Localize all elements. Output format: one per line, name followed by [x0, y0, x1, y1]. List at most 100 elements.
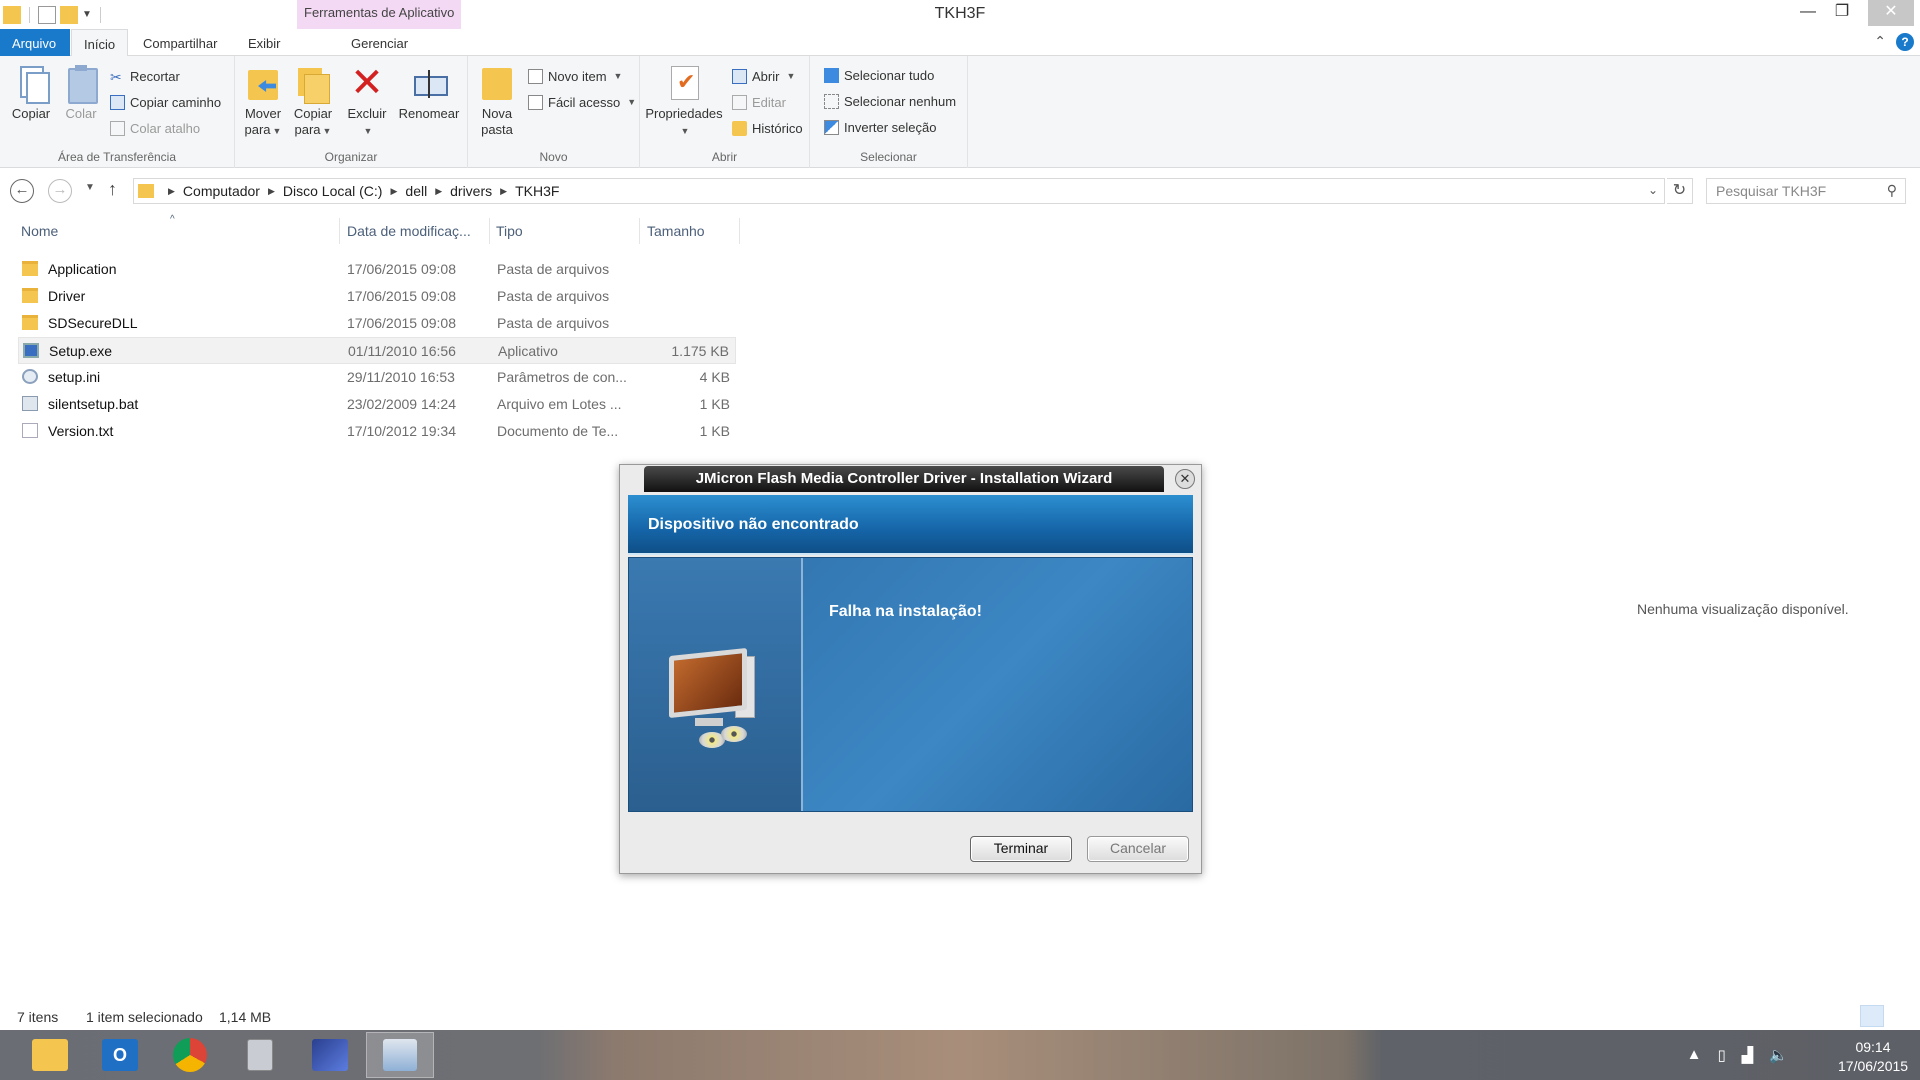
list-item-selected[interactable]: Setup.exe 01/11/2010 16:56 Aplicativo 1.… — [18, 337, 736, 364]
list-item[interactable]: Driver 17/06/2015 09:08 Pasta de arquivo… — [18, 283, 736, 310]
breadcrumb-separator-icon[interactable]: ▶ — [435, 186, 442, 197]
tab-share[interactable]: Compartilhar — [131, 29, 229, 56]
dialog-side-panel — [629, 558, 803, 811]
select-all-button[interactable]: Selecionar tudo — [824, 65, 934, 85]
column-divider[interactable] — [639, 218, 640, 244]
close-icon: ✕ — [1179, 471, 1191, 486]
history-button[interactable]: Histórico — [732, 118, 803, 138]
copy-path-button[interactable]: Copiar caminho — [110, 92, 221, 112]
open-button[interactable]: Abrir ▼ — [732, 66, 795, 86]
help-icon[interactable]: ? — [1896, 33, 1914, 51]
clipboard-group-label: Área de Transferência — [57, 150, 177, 164]
copy-path-icon — [110, 94, 125, 110]
breadcrumb-separator-icon[interactable]: ▶ — [390, 186, 397, 197]
column-divider[interactable] — [339, 218, 340, 244]
invert-selection-button[interactable]: Inverter seleção — [824, 117, 937, 137]
file-name: Driver — [48, 288, 86, 304]
delete-label: Excluir — [347, 106, 387, 121]
column-divider[interactable] — [489, 218, 490, 244]
dialog-header-text: Dispositivo não encontrado — [648, 516, 859, 533]
address-bar[interactable]: ▶ Computador ▶ Disco Local (C:) ▶ dell ▶… — [133, 178, 1665, 204]
forward-button[interactable]: → — [48, 179, 72, 203]
list-item[interactable]: setup.ini 29/11/2010 16:53 Parâmetros de… — [18, 364, 736, 391]
breadcrumb-computer[interactable]: Computador — [183, 183, 260, 199]
copy-to-button[interactable]: Copiar para ▼ — [291, 64, 335, 139]
tab-manage[interactable]: Gerenciar — [339, 29, 420, 56]
breadcrumb-separator-icon[interactable]: ▶ — [500, 186, 507, 197]
refresh-button[interactable]: ↻ — [1667, 178, 1693, 204]
delete-button[interactable]: ✕ Excluir ▼ — [345, 63, 389, 139]
clock[interactable]: 09:14 17/06/2015 — [1838, 1038, 1908, 1076]
file-date: 17/10/2012 19:34 — [347, 423, 456, 439]
column-type[interactable]: Tipo — [496, 223, 523, 245]
dialog-body: Falha na instalação! — [628, 557, 1193, 812]
maximize-button[interactable]: ❐ — [1822, 0, 1862, 26]
address-dropdown-icon[interactable]: ⌄ — [1648, 183, 1658, 197]
search-placeholder: Pesquisar TKH3F — [1716, 183, 1827, 199]
search-input[interactable]: Pesquisar TKH3F ⚲ — [1706, 178, 1906, 204]
tab-file[interactable]: Arquivo — [0, 29, 70, 56]
paste-shortcut-button[interactable]: Colar atalho — [110, 118, 200, 138]
list-item[interactable]: silentsetup.bat 23/02/2009 14:24 Arquivo… — [18, 391, 736, 418]
item-count: 7 itens — [17, 1009, 59, 1025]
taskbar-chrome[interactable] — [156, 1032, 224, 1078]
file-type: Pasta de arquivos — [497, 315, 610, 331]
new-folder-button[interactable]: Nova pasta — [476, 64, 518, 138]
taskbar-calculator[interactable] — [226, 1032, 294, 1078]
taskbar-outlook[interactable]: O — [86, 1032, 154, 1078]
cut-button[interactable]: ✂ Recortar — [110, 66, 180, 86]
copy-button[interactable]: Copiar — [8, 64, 54, 122]
select-all-icon — [824, 67, 839, 83]
new-item-button[interactable]: Novo item ▼ — [528, 66, 622, 86]
exe-icon — [23, 343, 39, 358]
tab-view[interactable]: Exibir — [236, 29, 293, 56]
close-button[interactable]: ✕ — [1868, 0, 1914, 26]
taskbar-installer[interactable] — [366, 1032, 434, 1078]
select-none-button[interactable]: Selecionar nenhum — [824, 91, 956, 111]
paste-icon — [64, 64, 98, 104]
column-date[interactable]: Data de modificaç... — [347, 223, 471, 245]
list-item[interactable]: Version.txt 17/10/2012 19:34 Documento d… — [18, 418, 736, 445]
breadcrumb-separator-icon[interactable]: ▶ — [168, 186, 175, 197]
breadcrumb-current[interactable]: TKH3F — [515, 183, 559, 199]
recent-locations-dropdown[interactable]: ▼ — [85, 182, 95, 193]
scissors-icon: ✂ — [110, 68, 122, 85]
taskbar-file-explorer[interactable] — [16, 1032, 84, 1078]
breadcrumb-separator-icon[interactable]: ▶ — [268, 186, 275, 197]
network-icon[interactable]: ▟ — [1742, 1046, 1754, 1064]
properties-button[interactable]: Propriedades ▼ — [644, 64, 724, 139]
search-icon[interactable]: ⚲ — [1887, 182, 1897, 199]
up-button[interactable]: ↑ — [108, 179, 117, 200]
tab-home[interactable]: Início — [71, 29, 129, 57]
easy-access-button[interactable]: Fácil acesso ▼ — [528, 92, 636, 112]
column-size[interactable]: Tamanho — [647, 223, 705, 245]
list-item[interactable]: Application 17/06/2015 09:08 Pasta de ar… — [18, 256, 736, 283]
sort-ascending-icon: ^ — [170, 214, 175, 225]
cancel-button[interactable]: Cancelar — [1087, 836, 1189, 862]
power-icon[interactable]: ▯ — [1718, 1046, 1726, 1064]
breadcrumb-dell[interactable]: dell — [405, 183, 427, 199]
breadcrumb-local-disk[interactable]: Disco Local (C:) — [283, 183, 383, 199]
dropdown-arrow-icon: ▼ — [680, 126, 690, 136]
dropdown-arrow-icon: ▼ — [363, 126, 373, 136]
volume-icon[interactable]: 🔈 — [1769, 1046, 1788, 1064]
file-list: Application 17/06/2015 09:08 Pasta de ar… — [18, 256, 736, 445]
column-divider[interactable] — [739, 218, 740, 244]
column-name[interactable]: Nome — [21, 223, 58, 245]
details-view-icon[interactable] — [1860, 1005, 1884, 1027]
rename-button[interactable]: Renomear — [397, 64, 461, 122]
collapse-ribbon-icon[interactable]: ⌃ — [1874, 33, 1886, 50]
properties-icon — [667, 64, 701, 102]
large-icons-view-icon[interactable] — [1886, 1005, 1910, 1027]
finish-button[interactable]: Terminar — [970, 836, 1072, 862]
back-button[interactable]: ← — [10, 179, 34, 203]
move-to-button[interactable]: Mover para ▼ — [241, 64, 285, 139]
dialog-close-button[interactable]: ✕ — [1175, 469, 1195, 489]
edit-button[interactable]: Editar — [732, 92, 786, 112]
breadcrumb-drivers[interactable]: drivers — [450, 183, 492, 199]
list-item[interactable]: SDSecureDLL 17/06/2015 09:08 Pasta de ar… — [18, 310, 736, 337]
paste-button[interactable]: Colar — [58, 64, 104, 122]
show-hidden-icons-icon[interactable]: ▲ — [1687, 1046, 1702, 1064]
app-icon — [312, 1039, 348, 1071]
taskbar-app[interactable] — [296, 1032, 364, 1078]
